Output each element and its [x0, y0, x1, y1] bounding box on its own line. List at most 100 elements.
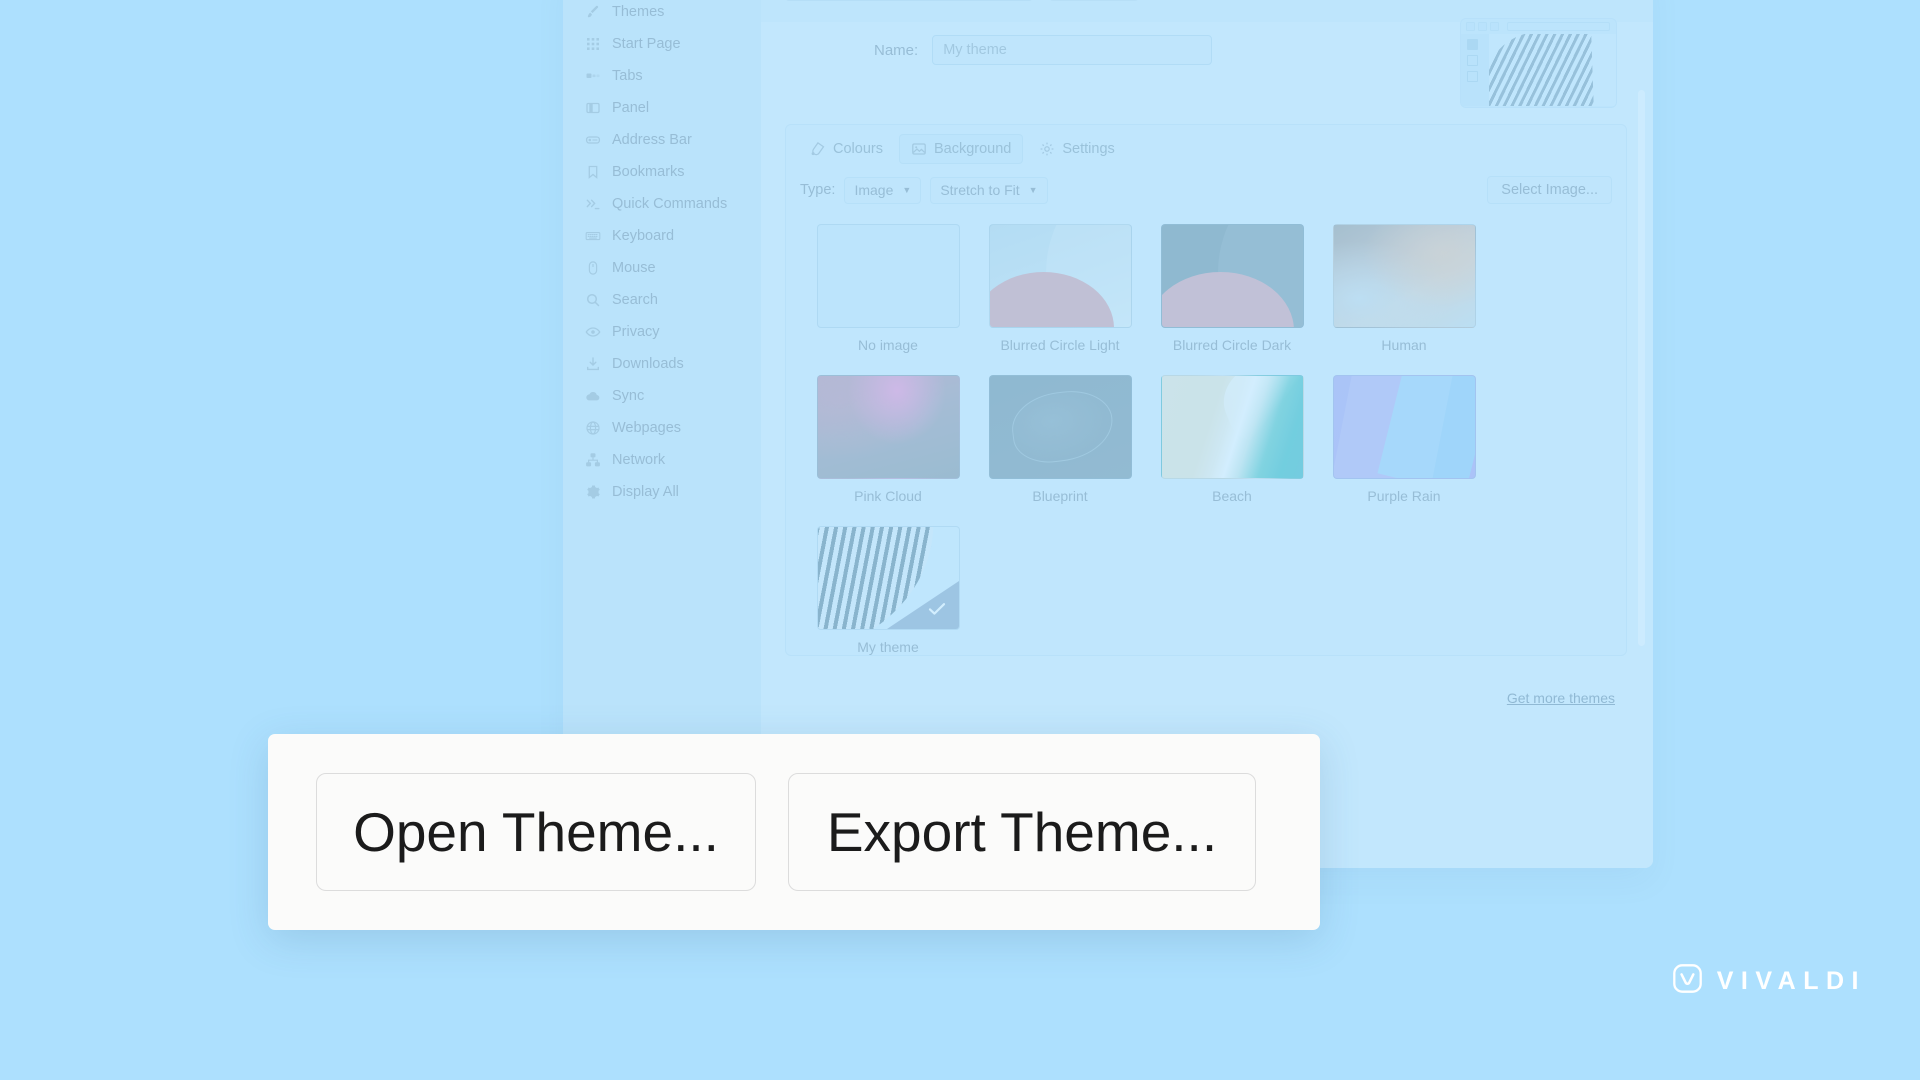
- sidebar-item-bookmarks[interactable]: Bookmarks: [563, 156, 761, 188]
- sidebar-item-tabs[interactable]: Tabs: [563, 60, 761, 92]
- background-fit-dropdown[interactable]: Stretch to Fit ▼: [930, 176, 1048, 204]
- sidebar-item-start-page[interactable]: Start Page: [563, 28, 761, 60]
- sidebar-item-sync[interactable]: Sync: [563, 380, 761, 412]
- sidebar-item-label: Sync: [612, 388, 645, 404]
- thumbnail-item[interactable]: Beach: [1146, 375, 1318, 504]
- export-theme-button[interactable]: Export Theme...: [788, 773, 1256, 891]
- chevron-down-icon: ▼: [902, 185, 912, 195]
- thumbnail-image-blurred-circle-dark[interactable]: [1160, 224, 1304, 328]
- theme-name-input[interactable]: [932, 35, 1213, 65]
- preview-toolbar: [1461, 19, 1616, 34]
- preview-stripes-pattern: [1489, 34, 1595, 106]
- sidebar-item-display-all[interactable]: Display All: [563, 476, 761, 508]
- theme-name-label: Name:: [874, 41, 919, 59]
- thumbnail-image-human[interactable]: [1332, 224, 1476, 328]
- thumbnail-image-purple-rain[interactable]: [1332, 375, 1476, 479]
- preview-canvas: [1489, 34, 1616, 106]
- thumbnail-label: Blurred Circle Light: [1000, 337, 1120, 353]
- thumbnail-image-my-theme[interactable]: [816, 526, 960, 630]
- sidebar-item-label: Tabs: [612, 68, 643, 84]
- sidebar-item-label: Network: [612, 452, 666, 468]
- sidebar-item-keyboard[interactable]: Keyboard: [563, 220, 761, 252]
- enable-theme-button[interactable]: Enable: [1049, 0, 1139, 1]
- thumbnail-item[interactable]: Human: [1318, 224, 1490, 353]
- theme-editor-card: Colours Background Settings Type: Image …: [785, 124, 1627, 656]
- theme-preview-widget: [1460, 18, 1617, 108]
- sidebar-item-label: Themes: [612, 4, 665, 20]
- theme-card-footer: Get more themes: [785, 670, 1627, 726]
- thumbnail-label: Purple Rain: [1367, 488, 1441, 504]
- sidebar-item-themes[interactable]: Themes: [563, 0, 761, 28]
- sidebar-item-search[interactable]: Search: [563, 284, 761, 316]
- tab-background[interactable]: Background: [898, 134, 1024, 164]
- tab-label: Background: [933, 141, 1012, 157]
- paintbrush-icon: [585, 4, 601, 20]
- thumbnail-item[interactable]: Blurred Circle Light: [974, 224, 1146, 353]
- tab-label: Colours: [833, 141, 883, 157]
- background-type-row: Type: Image ▼ Stretch to Fit ▼ Select Im…: [786, 164, 1626, 204]
- thumbnail-label: Blueprint: [1032, 488, 1088, 504]
- sidebar-item-label: Downloads: [612, 356, 684, 372]
- sidebar-item-label: Mouse: [612, 260, 656, 276]
- background-thumbnail-grid: No image Blurred Circle Light Blurred Ci…: [786, 204, 1532, 677]
- settings-scrollbar-thumb[interactable]: [1638, 90, 1645, 646]
- sidebar-item-panel[interactable]: Panel: [563, 92, 761, 124]
- sidebar-item-label: Panel: [612, 100, 650, 116]
- checkmark-icon: [928, 602, 946, 621]
- chevron-down-icon: ▼: [1028, 185, 1038, 195]
- preview-panel-square: [1467, 71, 1478, 82]
- thumbnail-image-pink-cloud[interactable]: [816, 375, 960, 479]
- thumbnail-item[interactable]: Pink Cloud: [802, 375, 974, 504]
- grid-icon: [585, 36, 601, 52]
- thumbnail-label: Pink Cloud: [854, 488, 922, 504]
- sidebar-item-privacy[interactable]: Privacy: [563, 316, 761, 348]
- mouse-icon: [585, 260, 601, 276]
- get-more-themes-link[interactable]: Get more themes: [1507, 690, 1615, 706]
- sidebar-item-webpages[interactable]: Webpages: [563, 412, 761, 444]
- preview-tab-dot: [1478, 22, 1487, 31]
- eye-icon: [585, 324, 601, 340]
- thumbnail-image-blueprint[interactable]: [988, 375, 1132, 479]
- sidebar-item-network[interactable]: Network: [563, 444, 761, 476]
- sidebar-item-label: Search: [612, 292, 658, 308]
- sidebar-item-mouse[interactable]: Mouse: [563, 252, 761, 284]
- chevrons-right-icon: [585, 196, 601, 212]
- select-image-button[interactable]: Select Image...: [1487, 176, 1612, 204]
- cloud-icon: [585, 388, 601, 404]
- thumbnail-item[interactable]: No image: [802, 224, 974, 353]
- thumbnail-image-beach[interactable]: [1160, 375, 1304, 479]
- image-icon: [911, 141, 927, 157]
- background-type-value: Image: [854, 182, 894, 198]
- sidebar-item-label: Quick Commands: [612, 196, 728, 212]
- thumbnail-label: Blurred Circle Dark: [1172, 337, 1292, 353]
- sidebar-item-label: Webpages: [612, 420, 682, 436]
- type-label: Type:: [800, 182, 836, 198]
- open-theme-button[interactable]: Open Theme...: [316, 773, 756, 891]
- sidebar-item-address-bar[interactable]: Address Bar: [563, 124, 761, 156]
- sidebar-item-label: Display All: [612, 484, 679, 500]
- thumbnail-item[interactable]: Blurred Circle Dark: [1146, 224, 1318, 353]
- sidebar-item-quick-commands[interactable]: Quick Commands: [563, 188, 761, 220]
- thumbnail-image-no-image[interactable]: [816, 224, 960, 328]
- thumbnail-label: No image: [858, 337, 918, 353]
- theme-tab-strip: Colours Background Settings: [786, 125, 1626, 164]
- preview-panel-square: [1467, 39, 1478, 50]
- thumbnail-item-selected[interactable]: My theme: [802, 526, 974, 655]
- preview-body: [1461, 34, 1616, 106]
- thumbnail-image-blurred-circle-light[interactable]: [988, 224, 1132, 328]
- background-type-dropdown[interactable]: Image ▼: [844, 176, 922, 204]
- bookmark-icon: [585, 164, 601, 180]
- thumbnail-item[interactable]: Blueprint: [974, 375, 1146, 504]
- sidebar-item-label: Bookmarks: [612, 164, 685, 180]
- tab-label: Settings: [1062, 141, 1115, 157]
- globe-icon: [585, 420, 601, 436]
- thumbnail-item[interactable]: Purple Rain: [1318, 375, 1490, 504]
- panel-icon: [585, 100, 601, 116]
- sidebar-item-label: Address Bar: [612, 132, 692, 148]
- search-icon: [585, 292, 601, 308]
- settings-scrollbar-track[interactable]: [1637, 34, 1645, 778]
- sidebar-item-downloads[interactable]: Downloads: [563, 348, 761, 380]
- tab-colours[interactable]: Colours: [798, 134, 895, 164]
- tab-settings[interactable]: Settings: [1027, 134, 1126, 164]
- theme-selector-dropdown[interactable]: My theme ▼: [785, 0, 1033, 1]
